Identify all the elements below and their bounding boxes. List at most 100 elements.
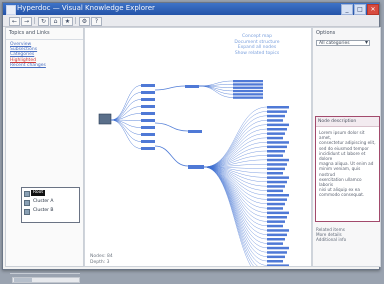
graph-edge: [203, 124, 268, 168]
back-button[interactable]: ←: [9, 17, 20, 26]
graph-node[interactable]: [267, 114, 285, 118]
graph-node[interactable]: [185, 85, 199, 88]
settings-button[interactable]: ⚙: [79, 17, 90, 26]
graph-node[interactable]: [188, 165, 204, 169]
horizontal-scrollbar[interactable]: [12, 277, 80, 283]
graph-node[interactable]: [267, 163, 287, 166]
graph-node[interactable]: [141, 112, 155, 115]
graph-edge: [154, 122, 189, 132]
graph-node[interactable]: [141, 133, 155, 136]
graph-node[interactable]: [267, 207, 283, 210]
graph-node[interactable]: [233, 93, 263, 96]
category-select[interactable]: All categories: [316, 40, 370, 46]
graph-node[interactable]: [267, 167, 285, 171]
graph-edge: [203, 111, 268, 168]
graph-node[interactable]: [267, 132, 285, 135]
graph-node[interactable]: [233, 83, 263, 86]
graph-node[interactable]: [267, 141, 289, 144]
graph-node[interactable]: [141, 140, 155, 143]
graph-node[interactable]: [267, 264, 289, 266]
graph-node[interactable]: [267, 154, 283, 157]
graph-edge: [203, 133, 268, 168]
graph-node[interactable]: [267, 224, 283, 228]
tree-item-label: Cluster B: [33, 208, 54, 213]
graph-edge: [203, 166, 268, 266]
graph-node[interactable]: [267, 246, 289, 250]
graph-node[interactable]: [267, 194, 289, 197]
graph-node[interactable]: [267, 220, 285, 223]
graph-edge: [110, 85, 142, 121]
graph-node[interactable]: [233, 80, 263, 83]
graph-canvas[interactable]: Concept map Document structure Expand al…: [84, 27, 312, 267]
graph-node[interactable]: [141, 147, 155, 150]
graph-node[interactable]: [267, 238, 285, 241]
tree-item-cluster-b[interactable]: Cluster B: [23, 208, 78, 215]
graph-node[interactable]: [233, 89, 263, 93]
forward-button[interactable]: →: [21, 17, 32, 26]
graph-edge: [203, 150, 268, 168]
graph-edge: [154, 145, 189, 167]
graph-edge: [110, 119, 142, 149]
graph-node[interactable]: [267, 216, 287, 219]
graph-node[interactable]: [267, 106, 289, 109]
graph-node[interactable]: [267, 136, 283, 140]
root-node[interactable]: [98, 113, 112, 125]
graph-node[interactable]: [141, 98, 155, 101]
left-panel-header: Topics and Links: [6, 28, 83, 40]
graph-node[interactable]: [267, 202, 285, 206]
description-text: Lorem ipsum dolor sit amet, consectetur …: [319, 130, 376, 198]
graph-node[interactable]: [267, 242, 283, 245]
graph-node[interactable]: [267, 172, 283, 175]
right-panel: Options All categories Node description …: [312, 27, 381, 267]
graph-node[interactable]: [267, 150, 285, 153]
help-button[interactable]: ?: [91, 17, 102, 26]
graph-edge: [203, 137, 268, 168]
graph-edge: [203, 166, 268, 227]
graph-node[interactable]: [233, 96, 263, 99]
graph-node[interactable]: [233, 86, 263, 89]
graph-node[interactable]: [267, 110, 287, 113]
refresh-button[interactable]: ↻: [38, 17, 49, 26]
graph-node[interactable]: [267, 185, 285, 188]
graph-node[interactable]: [141, 126, 155, 129]
graph-node[interactable]: [267, 198, 287, 201]
link-recent-changes[interactable]: Recent changes: [10, 63, 79, 68]
graph-edge: [110, 106, 142, 121]
graph-node[interactable]: [141, 91, 155, 94]
graph-node[interactable]: [141, 105, 155, 108]
graph-node[interactable]: [267, 251, 287, 254]
app-window: Hyperdoc — Visual Knowledge Explorer _ □…: [2, 2, 381, 283]
related-info: Related items More details Additional in…: [316, 227, 376, 242]
graph-node[interactable]: [267, 158, 289, 162]
tree-item-root[interactable]: Root: [23, 190, 78, 197]
minimize-button[interactable]: _: [341, 4, 353, 15]
graph-node[interactable]: [267, 119, 283, 122]
graph-edge: [198, 84, 234, 87]
graph-node[interactable]: [267, 180, 287, 184]
graph-node[interactable]: [267, 260, 283, 263]
graph-node[interactable]: [267, 211, 289, 215]
graph-node[interactable]: [267, 229, 289, 232]
title-bar: Hyperdoc — Visual Knowledge Explorer _ □…: [3, 3, 379, 15]
graph-node[interactable]: [267, 233, 287, 237]
favorite-button[interactable]: ★: [62, 17, 73, 26]
extra-line[interactable]: Additional info: [316, 237, 376, 242]
graph-node[interactable]: [141, 119, 155, 122]
close-button[interactable]: ✕: [367, 4, 379, 15]
graph-node[interactable]: [267, 145, 287, 149]
graph-node[interactable]: [267, 128, 287, 131]
graph-node[interactable]: [267, 255, 285, 259]
maximize-button[interactable]: □: [354, 4, 366, 15]
node-tree: Root Cluster A Cluster B: [21, 187, 80, 223]
home-button[interactable]: ⌂: [50, 17, 61, 26]
graph-node[interactable]: [267, 189, 283, 193]
concept-graph[interactable]: [85, 28, 311, 266]
graph-edge: [203, 166, 268, 209]
graph-node[interactable]: [141, 84, 155, 87]
tree-item-cluster-a[interactable]: Cluster A: [23, 199, 78, 206]
graph-node[interactable]: [267, 123, 289, 127]
node-icon: [24, 200, 30, 206]
graph-node[interactable]: [188, 130, 202, 133]
graph-node[interactable]: [267, 176, 289, 179]
scroll-thumb[interactable]: [14, 278, 32, 282]
